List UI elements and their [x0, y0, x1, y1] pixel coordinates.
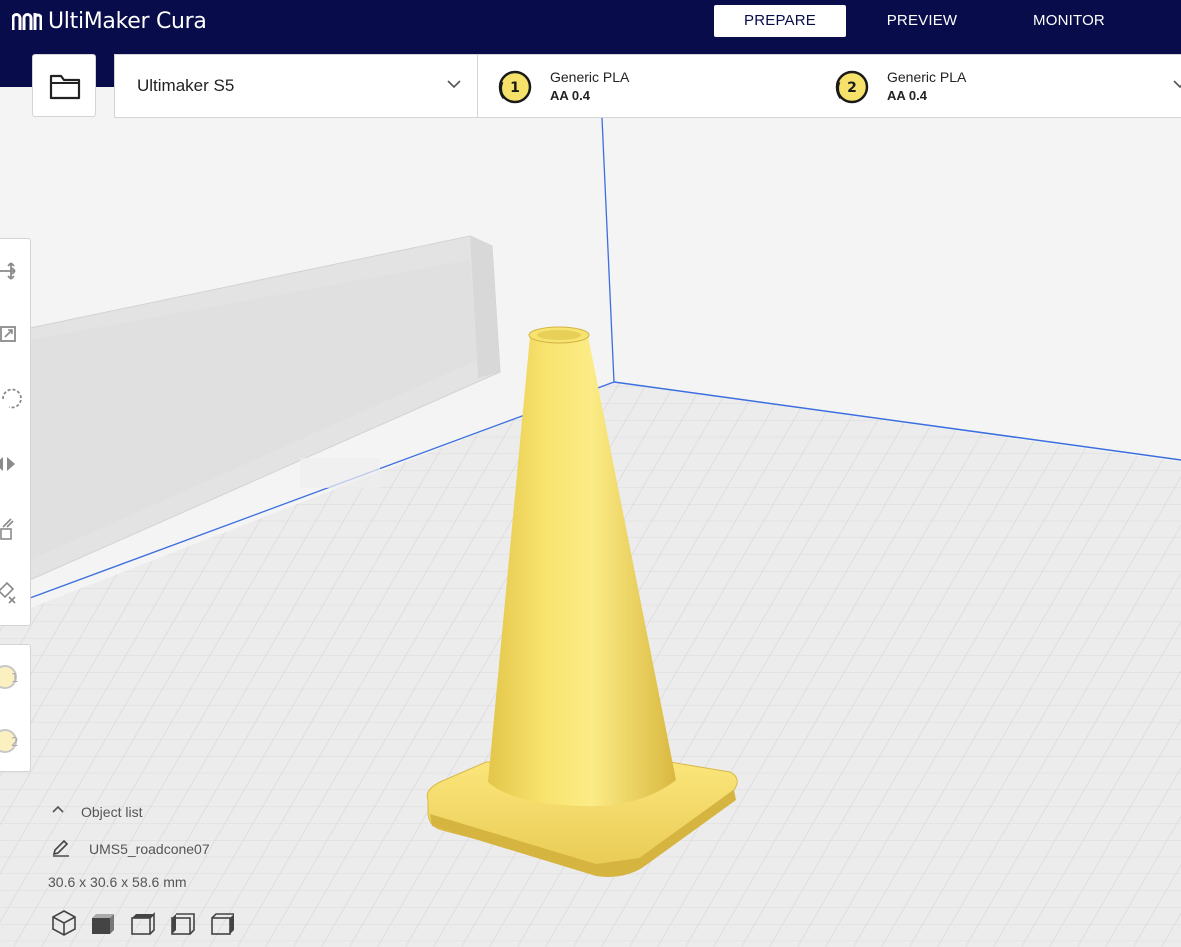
- mirror-icon: [0, 457, 15, 471]
- extruder-selector-2-number: 2: [11, 735, 19, 749]
- view-top-button[interactable]: [130, 908, 158, 938]
- object-list-panel: Object list UMS5_roadcone07 30.6 x 30.6 …: [46, 800, 306, 940]
- app-logo: UltiMaker Cura: [12, 8, 207, 34]
- move-icon: [0, 262, 16, 280]
- tab-preview[interactable]: PREVIEW: [870, 5, 974, 37]
- extruder-2-badge-icon: 2: [835, 70, 869, 104]
- rotate-icon: [2, 388, 22, 409]
- printer-selector[interactable]: Ultimaker S5: [114, 54, 478, 118]
- extruder-1-icon: 1: [0, 665, 19, 689]
- ultimaker-logo-icon: [12, 13, 42, 30]
- scale-tool-button[interactable]: [0, 315, 31, 355]
- select-extruder-1-button[interactable]: 1: [0, 657, 31, 697]
- extruder-selector-panel: 1 2: [0, 644, 31, 772]
- select-extruder-2-button[interactable]: 2: [0, 721, 31, 761]
- extruder-2-material: Generic PLA: [887, 69, 967, 85]
- extruder-selector-1-number: 1: [11, 671, 19, 685]
- extruder-1-badge-icon: 1: [498, 70, 532, 104]
- front-view-icon: [92, 914, 114, 934]
- extruder-2-config[interactable]: 2 Generic PLA AA 0.4: [835, 65, 1135, 109]
- chevron-down-icon: [447, 80, 461, 89]
- per-model-settings-icon: [0, 518, 14, 540]
- move-tool-button[interactable]: [0, 251, 31, 291]
- right-view-icon: [211, 913, 234, 935]
- folder-icon: [49, 74, 81, 100]
- tool-panel: [0, 238, 31, 626]
- chevron-up-icon[interactable]: [50, 802, 66, 816]
- pencil-icon[interactable]: [51, 838, 71, 858]
- extruder-1-number: 1: [510, 80, 520, 96]
- mirror-tool-button[interactable]: [0, 444, 31, 484]
- left-view-icon: [171, 913, 195, 935]
- 3d-view-icon: [52, 910, 76, 936]
- top-view-icon: [131, 912, 155, 935]
- support-blocker-icon: [0, 581, 16, 604]
- view-right-button[interactable]: [210, 908, 238, 938]
- printer-name: Ultimaker S5: [137, 76, 235, 95]
- extruder-configuration-selector[interactable]: 1 Generic PLA AA 0.4 2 Generic PLA AA 0.…: [477, 54, 1181, 118]
- object-dimensions: 30.6 x 30.6 x 58.6 mm: [48, 874, 187, 890]
- object-list-title[interactable]: Object list: [81, 804, 142, 820]
- scale-icon: [0, 326, 16, 342]
- extruder-1-material: Generic PLA: [550, 69, 630, 85]
- extruder-2-core: AA 0.4: [887, 88, 927, 103]
- view-left-button[interactable]: [170, 908, 198, 938]
- rotate-tool-button[interactable]: [0, 379, 31, 419]
- tab-monitor[interactable]: MONITOR: [1010, 5, 1128, 37]
- extruder-1-core: AA 0.4: [550, 88, 590, 103]
- object-name[interactable]: UMS5_roadcone07: [89, 841, 210, 857]
- support-blocker-button[interactable]: [0, 573, 31, 613]
- per-model-settings-button[interactable]: [0, 509, 31, 549]
- extruder-1-config[interactable]: 1 Generic PLA AA 0.4: [498, 65, 798, 109]
- extruder-2-icon: 2: [0, 729, 19, 753]
- tab-prepare[interactable]: PREPARE: [714, 5, 846, 37]
- open-file-button[interactable]: [32, 54, 96, 117]
- chevron-down-icon: [1173, 80, 1181, 89]
- view-3d-button[interactable]: [50, 908, 78, 938]
- view-front-button[interactable]: [90, 908, 118, 938]
- app-title: UltiMaker Cura: [48, 8, 207, 34]
- extruder-2-number: 2: [847, 80, 857, 96]
